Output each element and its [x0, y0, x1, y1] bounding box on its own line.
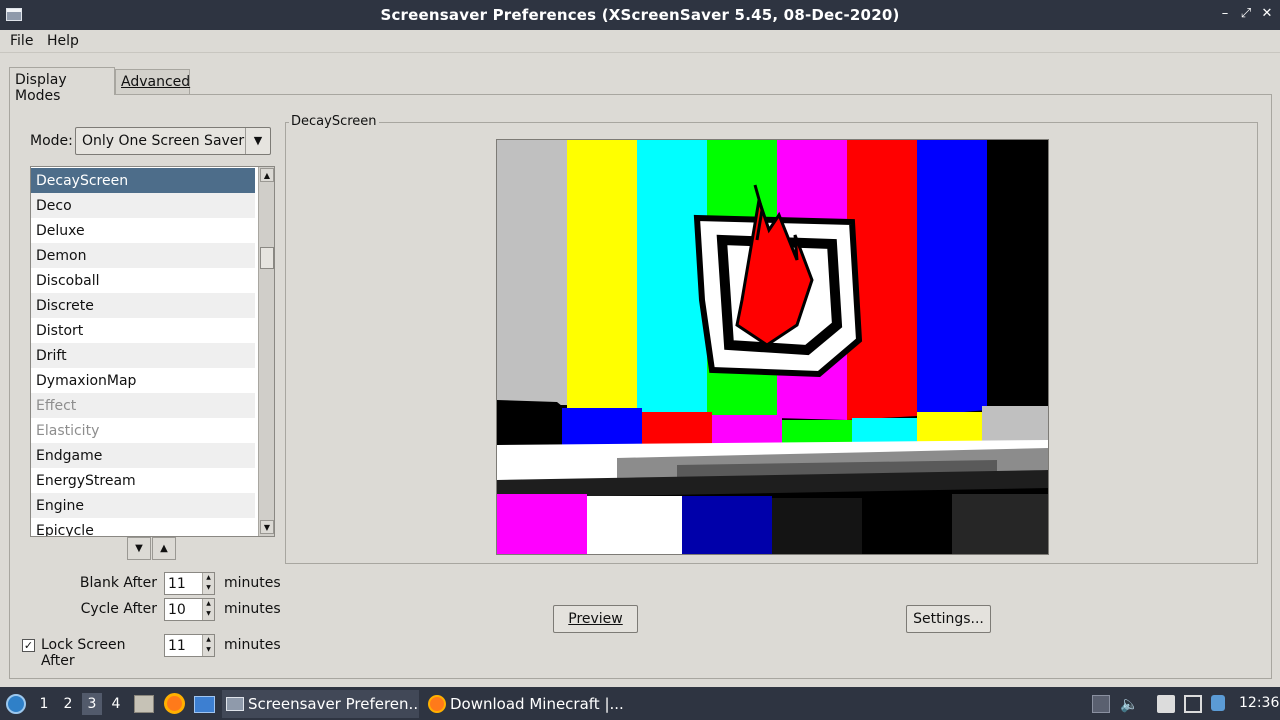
- mode-label: Mode:: [30, 133, 73, 149]
- task-screensaver-preferences[interactable]: Screensaver Preferen...: [222, 690, 419, 718]
- tab-display-modes-label: Display Modes: [15, 72, 67, 104]
- taskbar: 1 2 3 4 Screensaver Preferen... Download…: [0, 687, 1280, 720]
- clock: 12:36: [1239, 695, 1280, 711]
- menu-help[interactable]: Help: [47, 33, 79, 49]
- notification-icon[interactable]: [1211, 695, 1225, 711]
- menu-file-label: File: [10, 33, 34, 49]
- list-item[interactable]: Effect: [31, 393, 255, 418]
- list-item[interactable]: Endgame: [31, 443, 255, 468]
- preview-frame-title: DecayScreen: [289, 114, 379, 129]
- list-item[interactable]: Deluxe: [31, 218, 255, 243]
- workspace-2[interactable]: 2: [58, 693, 78, 715]
- minimize-icon[interactable]: –: [1216, 5, 1234, 23]
- menu-help-label: Help: [47, 33, 79, 49]
- task-download-minecraft[interactable]: Download Minecraft |...: [424, 690, 624, 718]
- arrow-down-icon: ▼: [135, 543, 143, 554]
- preview-button[interactable]: Preview: [553, 605, 638, 633]
- settings-button-label: Settings...: [913, 611, 984, 627]
- workspace-4[interactable]: 4: [106, 693, 126, 715]
- move-up-button[interactable]: ▲: [152, 537, 176, 560]
- cycle-after-label: Cycle After: [80, 601, 157, 617]
- lock-screen-label[interactable]: Lock Screen After: [41, 637, 157, 669]
- list-item[interactable]: Distort: [31, 318, 255, 343]
- file-manager-icon[interactable]: [134, 695, 154, 713]
- mode-select[interactable]: Only One Screen Saver ▼: [75, 127, 271, 155]
- list-item[interactable]: Discrete: [31, 293, 255, 318]
- maximize-icon[interactable]: ⤢: [1237, 5, 1255, 23]
- blank-after-unit: minutes: [224, 575, 281, 591]
- task-minecraft-label: Download Minecraft |...: [450, 695, 624, 713]
- menu-bar: File Help: [0, 30, 1280, 53]
- blank-after-label: Blank After: [79, 575, 157, 591]
- cycle-after-spinner[interactable]: 10 ▲ ▼: [164, 598, 215, 621]
- list-item[interactable]: Demon: [31, 243, 255, 268]
- workspace-1[interactable]: 1: [34, 693, 54, 715]
- firefox-icon: [428, 695, 446, 713]
- desktop-icon[interactable]: [194, 696, 215, 713]
- window-titlebar: Screensaver Preferences (XScreenSaver 5.…: [0, 0, 1280, 30]
- workspace-3[interactable]: 3: [82, 693, 102, 715]
- arrow-up-icon: ▲: [160, 543, 168, 554]
- list-item[interactable]: Deco: [31, 193, 255, 218]
- list-item[interactable]: Drift: [31, 343, 255, 368]
- volume-icon[interactable]: 🔈: [1120, 695, 1139, 713]
- menu-file[interactable]: File: [10, 33, 33, 49]
- tab-advanced[interactable]: Advanced: [115, 69, 190, 95]
- scroll-down-icon[interactable]: ▼: [260, 520, 274, 534]
- list-item[interactable]: Epicycle: [31, 518, 255, 536]
- scroll-up-icon[interactable]: ▲: [260, 168, 274, 182]
- scrollbar-thumb[interactable]: [260, 247, 274, 269]
- lock-screen-spinner[interactable]: 11 ▲ ▼: [164, 634, 215, 657]
- close-icon[interactable]: ✕: [1258, 5, 1276, 23]
- list-item[interactable]: Discoball: [31, 268, 255, 293]
- preview-button-label: Preview: [568, 611, 623, 627]
- firefox-icon[interactable]: [164, 693, 185, 714]
- list-item[interactable]: Elasticity: [31, 418, 255, 443]
- spinner-arrows-icon[interactable]: ▲ ▼: [202, 635, 214, 656]
- blank-after-spinner[interactable]: 11 ▲ ▼: [164, 572, 215, 595]
- spinner-arrows-icon[interactable]: ▲ ▼: [202, 599, 214, 620]
- lock-screen-unit: minutes: [224, 637, 281, 653]
- cycle-after-value: 10: [168, 602, 186, 618]
- tray-collapse-icon[interactable]: [1092, 695, 1110, 713]
- clipboard-icon[interactable]: [1157, 695, 1175, 713]
- main-window: Display Modes Advanced Mode: Only One Sc…: [0, 53, 1280, 687]
- screensaver-window-icon: [226, 697, 244, 711]
- spinner-arrows-icon[interactable]: ▲ ▼: [202, 573, 214, 594]
- start-menu-icon[interactable]: [6, 694, 26, 714]
- list-scrollbar[interactable]: ▲ ▼: [258, 167, 274, 536]
- tab-advanced-label: Advanced: [121, 74, 191, 90]
- list-item[interactable]: DecayScreen: [31, 168, 255, 193]
- screensaver-preview: [496, 139, 1049, 555]
- chevron-down-icon[interactable]: ▼: [245, 128, 270, 154]
- list-item[interactable]: Engine: [31, 493, 255, 518]
- cycle-after-unit: minutes: [224, 601, 281, 617]
- decayscreen-preview-image: [497, 140, 1048, 554]
- list-item[interactable]: EnergyStream: [31, 468, 255, 493]
- tab-display-modes[interactable]: Display Modes: [9, 67, 115, 104]
- move-down-button[interactable]: ▼: [127, 537, 151, 560]
- window-title: Screensaver Preferences (XScreenSaver 5.…: [380, 6, 900, 24]
- mode-select-value: Only One Screen Saver: [82, 133, 245, 149]
- screensaver-list[interactable]: DecayScreen Deco Deluxe Demon Discoball Discr…: [30, 166, 275, 537]
- blank-after-value: 11: [168, 576, 186, 592]
- settings-button[interactable]: Settings...: [906, 605, 991, 633]
- network-icon[interactable]: [1184, 695, 1202, 713]
- list-item[interactable]: DymaxionMap: [31, 368, 255, 393]
- task-screensaver-label: Screensaver Preferen...: [248, 695, 419, 713]
- lock-screen-value: 11: [168, 638, 186, 654]
- lock-screen-checkbox[interactable]: ✓: [22, 639, 35, 652]
